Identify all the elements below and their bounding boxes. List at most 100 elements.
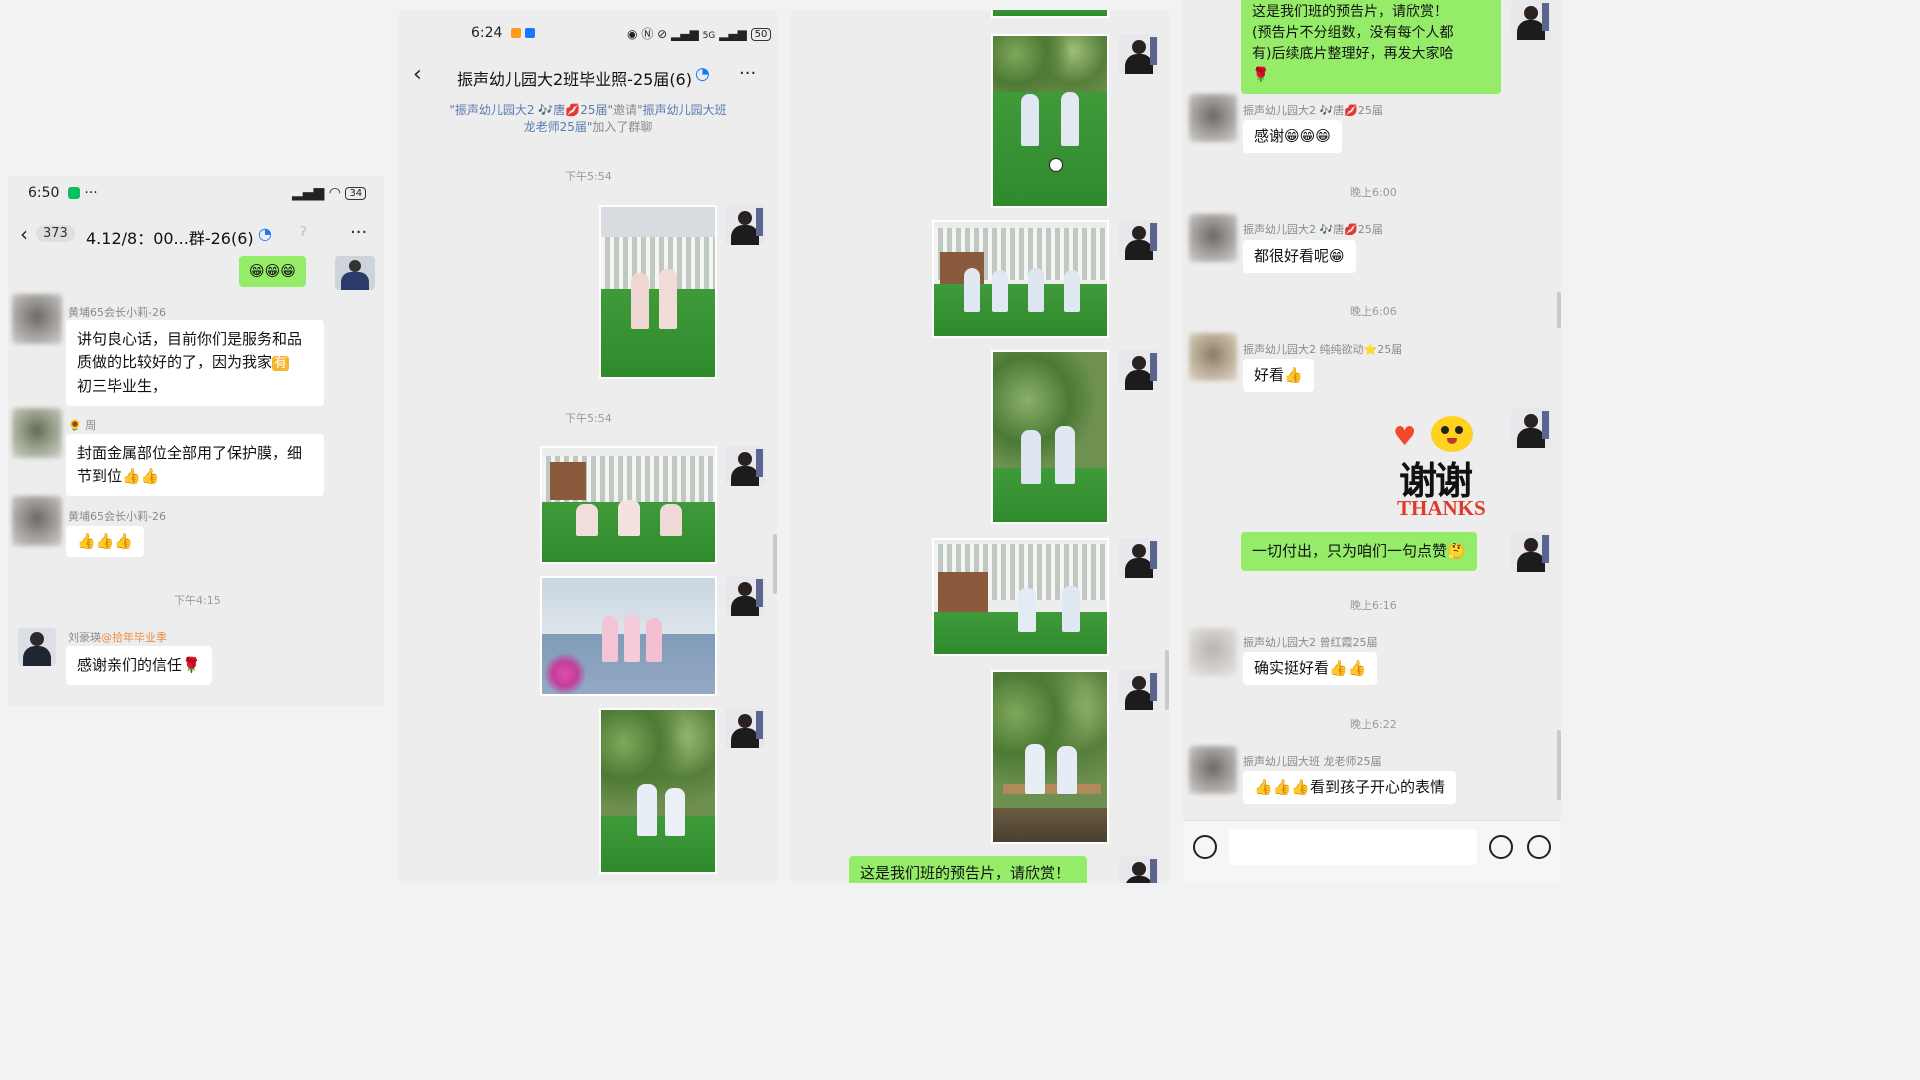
more-icon[interactable]: ··· [739,63,756,84]
my-avatar[interactable] [335,256,375,290]
message-bubble[interactable]: 感谢亲们的信任🌹 [66,646,212,685]
wifi-icon: ◠ [328,185,341,201]
scrollbar[interactable] [773,534,777,594]
avatar[interactable] [12,496,62,546]
rose-icon: 🌹 [1252,67,1270,83]
photo-message[interactable] [599,205,717,379]
avatar[interactable] [1189,628,1237,676]
voice-icon[interactable] [1193,835,1217,859]
message-text: (预告片不分组数，没有每个人都 [1252,25,1454,41]
my-message-bubble[interactable]: 一切付出，只为咱们一句点赞🤔 [1241,532,1477,571]
scrollbar[interactable] [1557,730,1561,800]
nfc-icon: Ⓝ [641,27,654,41]
battery-icon: 34 [345,186,367,200]
avatar[interactable] [1119,538,1159,578]
thanks-sticker[interactable]: ♥ 谢谢 THANKS [1393,416,1503,520]
message-text: 讲句良心话，目前你们是服务和品质做的比较好的了，因为我家 [77,330,303,371]
avatar[interactable] [725,576,765,616]
avatar[interactable] [1189,94,1237,142]
message-bubble[interactable]: 👍👍👍 [66,526,145,557]
more-icon[interactable]: ··· [350,222,367,243]
photo-message[interactable] [991,670,1109,844]
message-bubble[interactable]: 封面金属部位全部用了保护膜，细节到位👍👍 [66,434,324,496]
sender-name: 振声幼儿园大班 龙老师25届 [1243,755,1382,768]
ear-icon: ʔ [300,225,307,240]
my-message-bubble[interactable]: 😁😁😁 [239,256,306,287]
avatar[interactable] [1511,532,1551,572]
photo-message[interactable] [540,446,717,564]
avatar[interactable] [1189,214,1237,262]
back-icon[interactable]: ‹ [413,62,422,87]
avatar[interactable] [1119,350,1159,390]
avatar[interactable] [1119,34,1159,74]
timestamp: 下午4:15 [174,594,221,607]
message-bubble[interactable]: 👍👍👍看到孩子开心的表情 [1243,771,1457,804]
signal-icon: ▂▄▆ [719,27,747,41]
my-message-bubble[interactable]: 这是我们班的预告片，请欣赏！ (预告片不分组数，没有每个人都 有)后续底片整理好… [1241,0,1501,94]
message-text: 这是我们班的预告片，请欣赏！ [1252,4,1448,20]
avatar[interactable] [725,708,765,748]
chat-panel-2: 6:24 ◉ Ⓝ ⊘ ▂▄▆ 5G ▂▄▆ 50 ‹ 振声幼儿园大2班毕业照-2… [399,10,777,883]
chat-header: ‹ 373 4.12/8：00...群-26(6) ◔ ʔ ··· [20,222,376,249]
photo-message[interactable] [932,538,1109,656]
message-bubble[interactable]: 都很好看呢😁 [1243,240,1356,273]
sender-name: 🌻 周 [68,419,97,432]
sticker-text-en: THANKS [1397,496,1486,520]
scrollbar[interactable] [1165,650,1169,710]
timestamp: 晚上6:16 [1350,599,1397,612]
photo-message[interactable] [540,576,717,696]
scrollbar[interactable] [1557,292,1561,328]
avatar[interactable] [18,628,56,666]
photo-message[interactable] [599,708,717,874]
plus-icon[interactable] [1527,835,1551,859]
message-bubble[interactable]: 感谢😁😁😁 [1243,120,1342,153]
avatar[interactable] [1119,856,1159,883]
avatar[interactable] [725,446,765,486]
timestamp: 下午5:54 [565,170,612,183]
network-label: 5G [702,31,716,41]
sender-name: 黄埔65会长小莉-26 [68,510,166,523]
avatar[interactable] [12,408,62,458]
avatar[interactable] [725,205,765,245]
back-icon[interactable]: ‹ [20,222,28,246]
status-bar: 6:24 [471,25,536,41]
chat-panel-4: 这是我们班的预告片，请欣赏！ (预告片不分组数，没有每个人都 有)后续底片整理好… [1183,0,1561,883]
avatar[interactable] [1189,333,1237,381]
photo-message[interactable] [991,10,1109,18]
message-text: 这是我们班的预告片，请欣赏！ [860,864,1071,882]
chat-title[interactable]: 振声幼儿园大2班毕业照-25届(6) [457,66,692,90]
timestamp: 晚上6:00 [1350,186,1397,199]
avatar[interactable] [1119,670,1159,710]
chat-panel-3: 这是我们班的预告片，请欣赏！ [791,10,1169,883]
photo-message[interactable] [991,350,1109,524]
message-text-continued: 初三毕业生， [77,377,168,395]
my-message-bubble[interactable]: 这是我们班的预告片，请欣赏！ [849,856,1087,883]
inline-badge: 有 [272,356,290,371]
avatar[interactable] [1511,0,1551,40]
status-right: ◉ Ⓝ ⊘ ▂▄▆ 5G ▂▄▆ 50 [627,25,772,42]
smiley-icon [1431,416,1473,452]
sender-name: 刘豪瑛@拾年毕业季 [68,631,167,644]
message-bubble[interactable]: 好看👍 [1243,359,1314,392]
status-time: 6:50 [28,185,60,201]
chat-panel-1: 6:50 ··· ▂▄▆ ◠ 34 ‹ 373 4.12/8：00...群-26… [8,176,384,706]
eye-icon: ◉ [627,27,638,41]
status-time: 6:24 [471,25,503,41]
message-bubble[interactable]: 讲句良心话，目前你们是服务和品质做的比较好的了，因为我家有 初三毕业生， [66,320,324,406]
timestamp: 晚上6:06 [1350,305,1397,318]
avatar[interactable] [12,294,62,344]
photo-message[interactable] [932,220,1109,338]
photo-message[interactable] [991,34,1109,208]
signal-icon: ▂▄▆ [671,27,699,41]
chat-bubble-icon: ◔ [258,224,272,243]
wechat-icon [67,187,80,199]
battery-icon: 50 [750,28,772,41]
message-input[interactable] [1229,829,1477,865]
emoji-icon[interactable] [1489,835,1513,859]
avatar[interactable] [1189,746,1237,794]
unread-badge: 373 [36,225,75,242]
message-bubble[interactable]: 确实挺好看👍👍 [1243,652,1378,685]
avatar[interactable] [1119,220,1159,260]
chat-title[interactable]: 4.12/8：00...群-26(6) [86,225,254,249]
avatar[interactable] [1511,408,1551,448]
